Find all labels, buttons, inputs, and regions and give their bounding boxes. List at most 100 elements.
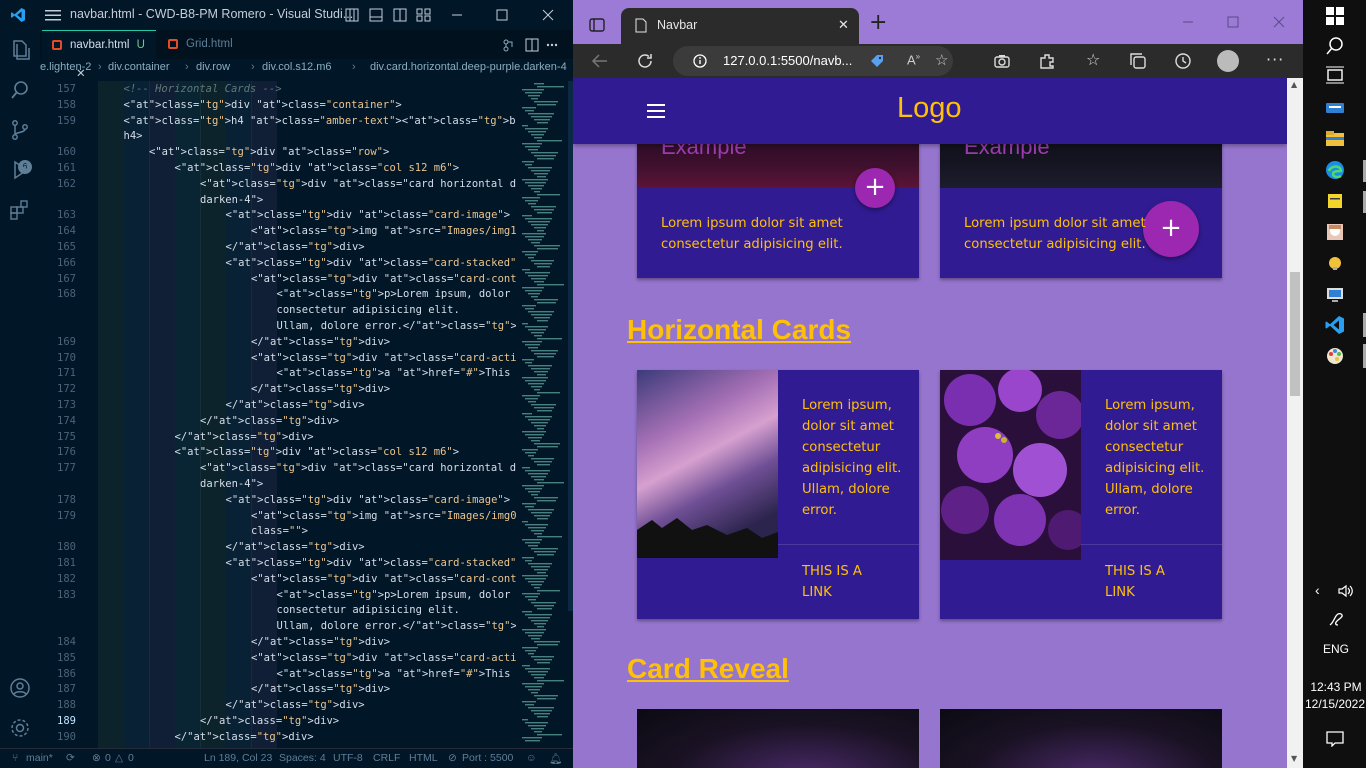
code-line[interactable]: <"at">class="tg">div "at">class="contain…: [124, 97, 402, 113]
input-language[interactable]: ENG: [1323, 642, 1349, 656]
code-line[interactable]: <"at">class="tg">h4 "at">class="amber-te…: [124, 113, 517, 129]
notifications-icon[interactable]: 🔔︎: [549, 752, 562, 765]
source-control-icon[interactable]: [8, 118, 32, 142]
breadcrumb-item[interactable]: div.col.s12.m6: [262, 61, 332, 73]
minimap[interactable]: [516, 81, 568, 748]
code-line[interactable]: <"at">class="tg">div "at">class="card-co…: [251, 271, 516, 287]
window-controls[interactable]: [450, 9, 560, 21]
code-line[interactable]: <"at">class="tg">div "at">class="card-ac…: [251, 350, 516, 366]
show-hidden-icons-chevron-icon[interactable]: ‹: [1315, 582, 1320, 598]
editor-actions[interactable]: [502, 38, 566, 52]
code-line[interactable]: <"at">class="tg">div "at">class="card-im…: [226, 207, 511, 223]
volume-icon[interactable]: [1337, 583, 1353, 599]
code-line[interactable]: <"at">class="tg">div "at">class="col s12…: [175, 444, 460, 460]
code-line[interactable]: <"at">class="tg">div "at">class="card ho…: [200, 460, 516, 476]
status-branch[interactable]: main*: [26, 752, 53, 764]
code-line[interactable]: consectetur adipisicing elit.: [277, 602, 460, 618]
status-port[interactable]: Port : 5500: [462, 752, 513, 764]
code-line[interactable]: </"at">class="tg">div>: [200, 413, 339, 429]
code-line[interactable]: </"at">class="tg">div>: [226, 539, 365, 555]
code-line[interactable]: darken-4">: [200, 476, 263, 492]
status-position[interactable]: Ln 189, Col 23: [204, 752, 272, 764]
anime-app-icon[interactable]: [1324, 221, 1346, 243]
code-line[interactable]: </"at">class="tg">div>: [200, 713, 339, 729]
reveal-card-image[interactable]: [940, 709, 1222, 768]
code-line[interactable]: <"at">class="tg">p>Lorem ipsum, dolor si…: [277, 587, 517, 603]
close-icon[interactable]: ✕: [838, 17, 849, 33]
settings-gear-icon[interactable]: [8, 716, 32, 740]
status-spaces[interactable]: Spaces: 4: [279, 752, 326, 764]
screenshot-icon[interactable]: [993, 52, 1011, 70]
code-line[interactable]: Ullam, dolore error.</"at">class="tg">p>: [277, 318, 517, 334]
add-favorite-icon[interactable]: ☆: [935, 51, 948, 69]
code-line[interactable]: </"at">class="tg">div>: [251, 334, 390, 350]
remote-desktop-icon[interactable]: [1324, 283, 1346, 305]
collections-icon[interactable]: [1129, 52, 1147, 70]
read-aloud-icon[interactable]: A»: [907, 52, 920, 67]
card-action-link[interactable]: THIS IS A LINK: [802, 561, 862, 603]
new-tab-icon[interactable]: +: [869, 10, 887, 35]
code-line[interactable]: </"at">class="tg">div>: [226, 697, 365, 713]
notification-app-icon[interactable]: [1324, 252, 1346, 274]
breadcrumb-item[interactable]: e.lighten-2: [40, 61, 91, 73]
vscode-app-icon[interactable]: [1324, 314, 1346, 336]
run-debug-icon[interactable]: [8, 158, 32, 182]
code-line[interactable]: <"at">class="tg">a "at">href="#">This is…: [277, 365, 517, 381]
card-action-link[interactable]: THIS IS A LINK: [1105, 561, 1165, 603]
layout-icons[interactable]: [345, 8, 435, 22]
code-line[interactable]: </"at">class="tg">div>: [251, 634, 390, 650]
sticky-notes-icon[interactable]: [1324, 190, 1346, 212]
tab-grid-html[interactable]: Grid.html: [158, 30, 258, 59]
status-encoding[interactable]: UTF-8: [333, 752, 363, 764]
code-line[interactable]: darken-4">: [200, 192, 263, 208]
clock-date[interactable]: 12/15/2022: [1304, 697, 1366, 711]
code-line[interactable]: </"at">class="tg">div>: [251, 681, 390, 697]
code-line[interactable]: </"at">class="tg">div>: [175, 729, 314, 745]
code-line[interactable]: <"at">class="tg">div "at">class="card-st…: [226, 555, 517, 571]
code-line[interactable]: <"at">class="tg">img "at">src="Images/im…: [251, 223, 516, 239]
refresh-icon[interactable]: [636, 52, 654, 70]
code-line[interactable]: <!-- Horizontal Cards -->: [124, 81, 282, 97]
code-line[interactable]: consectetur adipisicing elit.: [277, 302, 460, 318]
history-icon[interactable]: [1174, 52, 1192, 70]
clock-time[interactable]: 12:43 PM: [1308, 680, 1364, 694]
tab-actions-icon[interactable]: [589, 17, 605, 33]
notification-center-icon[interactable]: [1326, 731, 1344, 747]
breadcrumb-item[interactable]: div.row: [196, 61, 230, 73]
start-windows-icon[interactable]: [1324, 5, 1346, 27]
code-line[interactable]: Ullam, dolore error.</"at">class="tg">p>: [277, 618, 517, 634]
coupon-tag-icon[interactable]: [869, 53, 885, 69]
code-line[interactable]: <"at">class="tg">img "at">src="Images/im…: [251, 508, 516, 524]
status-language[interactable]: HTML: [409, 752, 438, 764]
code-line[interactable]: <"at">class="tg">p>Lorem ipsum, dolor si…: [277, 286, 517, 302]
code-line[interactable]: <"at">class="tg">div "at">class="row">: [149, 144, 389, 160]
brand-logo[interactable]: Logo: [897, 92, 962, 125]
breadcrumb-item[interactable]: div.container: [108, 61, 170, 73]
favorites-icon[interactable]: ☆: [1086, 50, 1100, 69]
tab-navbar-html[interactable]: navbar.html U ✕: [42, 30, 156, 80]
status-problems[interactable]: 0: [105, 752, 111, 764]
address-bar[interactable]: 127.0.0.1:5500/navb... A» ☆: [673, 46, 953, 76]
keyboard-app-icon[interactable]: [1324, 97, 1346, 119]
site-info-icon[interactable]: [693, 54, 707, 68]
search-icon[interactable]: [1324, 35, 1346, 57]
pen-icon[interactable]: [1327, 610, 1345, 628]
more-icon[interactable]: ···: [1266, 50, 1284, 69]
menu-icon[interactable]: [45, 9, 61, 21]
status-eol[interactable]: CRLF: [373, 752, 400, 764]
code-line[interactable]: <"at">class="tg">div "at">class="card ho…: [200, 176, 516, 192]
code-line[interactable]: <"at">class="tg">div "at">class="card-ac…: [251, 650, 516, 666]
code-line[interactable]: <"at">class="tg">div "at">class="card-st…: [226, 255, 517, 271]
sync-icon[interactable]: ⟳: [66, 752, 75, 764]
code-line[interactable]: h4>: [124, 128, 143, 144]
status-warnings[interactable]: 0: [128, 752, 134, 764]
search-icon[interactable]: [8, 78, 32, 102]
profile-avatar[interactable]: [1217, 50, 1239, 72]
feedback-icon[interactable]: ☺: [526, 752, 537, 764]
paint-app-icon[interactable]: [1324, 345, 1346, 367]
code-line[interactable]: <"at">class="tg">div "at">class="card-co…: [251, 571, 516, 587]
window-controls[interactable]: [1181, 16, 1291, 28]
explorer-icon[interactable]: [8, 38, 32, 62]
browser-tab[interactable]: Navbar ✕: [621, 8, 859, 44]
code-line[interactable]: <"at">class="tg">div "at">class="card-im…: [226, 492, 511, 508]
